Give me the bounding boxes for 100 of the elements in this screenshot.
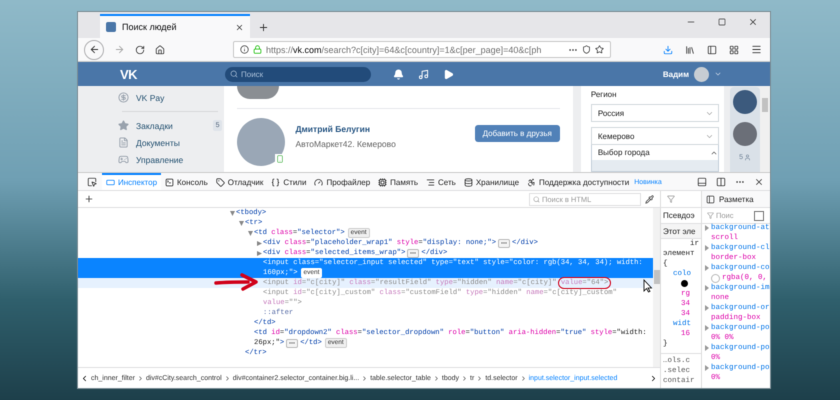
- collapsed-triangle-icon[interactable]: [704, 244, 711, 252]
- split-icon[interactable]: [716, 176, 726, 186]
- collapsed-triangle-icon[interactable]: [704, 364, 711, 372]
- collapsed-triangle-icon[interactable]: [256, 250, 262, 256]
- devtools-tab[interactable]: Консоль: [161, 173, 212, 190]
- search-icon: [533, 196, 540, 202]
- chevron-down-icon[interactable]: [714, 70, 722, 78]
- gauge-icon: [314, 178, 324, 187]
- collapsed-triangle-icon[interactable]: [256, 240, 262, 246]
- photo-placeholder: [237, 86, 280, 99]
- star-icon: [118, 120, 129, 131]
- new-tab-icon[interactable]: [258, 22, 269, 33]
- lock-icon: [253, 45, 262, 54]
- grid-icon[interactable]: [729, 44, 739, 54]
- close-icon[interactable]: [754, 176, 764, 186]
- collapsed-triangle-icon[interactable]: [704, 324, 711, 332]
- devtools-tab[interactable]: Отладчик: [212, 173, 268, 190]
- devtools-tab[interactable]: Инспектор: [102, 173, 162, 190]
- section-title: Этот эле: [663, 226, 696, 236]
- close-icon[interactable]: [235, 22, 244, 32]
- photo-placeholder[interactable]: [733, 122, 758, 146]
- chevron-right-icon: [136, 374, 144, 382]
- library-icon[interactable]: [685, 44, 695, 54]
- checkbox[interactable]: [754, 210, 764, 220]
- download-icon[interactable]: [663, 44, 673, 54]
- collapsed-triangle-icon[interactable]: [704, 304, 711, 312]
- back-icon[interactable]: [84, 40, 104, 60]
- chip-icon: [378, 178, 388, 187]
- devtools-tab[interactable]: Хранилище: [460, 173, 524, 190]
- person-subtitle: АвтоМаркет42. Кемерово: [295, 139, 397, 149]
- music-note-icon[interactable]: [418, 68, 429, 80]
- site-logo[interactable]: VK: [120, 66, 225, 82]
- sidebar-icon[interactable]: [707, 44, 717, 54]
- address-field[interactable]: https://vk.com/search?c[city]=64&c[country]=1&c[per_page]=40&c[ph: [233, 41, 611, 58]
- search-field[interactable]: Поиск: [225, 66, 371, 82]
- chevron-right-icon: [432, 374, 440, 382]
- user-name[interactable]: Вадим: [662, 70, 689, 78]
- play-icon[interactable]: [443, 68, 454, 80]
- favicon-icon: [106, 22, 116, 32]
- dropdown-option[interactable]: Выбор города: [598, 148, 650, 157]
- scroll-right-icon[interactable]: [649, 374, 658, 382]
- expanded-triangle-icon[interactable]: [238, 220, 244, 226]
- devtools-tab[interactable]: Стили: [267, 173, 310, 190]
- scroll-left-icon[interactable]: [80, 374, 89, 382]
- accessibility-icon: [527, 178, 536, 187]
- devtools-tab[interactable]: Сеть: [422, 173, 460, 190]
- shield-icon[interactable]: [582, 45, 591, 54]
- avatar-circle[interactable]: [694, 66, 709, 82]
- collapsed-triangle-icon[interactable]: [704, 344, 711, 352]
- home-icon[interactable]: [155, 44, 165, 54]
- terminal-icon: [165, 178, 174, 187]
- devtools-tab[interactable]: Профайлер: [310, 173, 374, 190]
- chevron-right-icon: [520, 374, 527, 382]
- ellipsis-icon[interactable]: [407, 248, 420, 258]
- gamepad-icon: [118, 154, 129, 165]
- filter-icon: [707, 212, 714, 219]
- menu-icon[interactable]: [751, 44, 762, 55]
- filter-title: Регион: [590, 90, 618, 99]
- database-icon: [464, 178, 473, 187]
- add-friend-button[interactable]: Добавить в друзья: [474, 125, 560, 142]
- ellipsis-icon[interactable]: [498, 238, 510, 248]
- braces-icon: [271, 178, 280, 187]
- sidebar-item[interactable]: Документы: [118, 134, 224, 151]
- section-title: Псевдоэ: [663, 211, 695, 220]
- chevron-right-icon: [361, 374, 368, 382]
- url-text: https://vk.com/search?c[city]=64&c[country]=1&c[per_page]=40&c[ph: [266, 44, 542, 54]
- collapsed-triangle-icon[interactable]: [704, 224, 711, 232]
- reload-icon[interactable]: [135, 44, 145, 54]
- collapsed-triangle-icon[interactable]: [704, 264, 711, 272]
- filter-icon[interactable]: [667, 195, 675, 203]
- add-node-icon[interactable]: [84, 194, 94, 204]
- info-icon: [240, 45, 249, 54]
- dock-icon[interactable]: [697, 176, 707, 186]
- devtools-tab[interactable]: Память: [374, 173, 422, 190]
- search-icon: [230, 70, 238, 78]
- frame-icon: [106, 178, 115, 187]
- city-select[interactable]: Кемерово: [590, 127, 720, 145]
- eyedropper-icon[interactable]: [645, 194, 654, 204]
- coin-icon: [118, 92, 129, 103]
- chevron-right-icon: [224, 374, 231, 382]
- photo-placeholder[interactable]: [733, 90, 758, 114]
- tag-icon: [216, 178, 225, 187]
- expanded-triangle-icon[interactable]: [248, 230, 252, 236]
- bell-icon[interactable]: [393, 68, 404, 80]
- panel-toggle-icon[interactable]: [706, 194, 715, 204]
- collapsed-triangle-icon[interactable]: [704, 284, 711, 292]
- star-icon[interactable]: [595, 45, 604, 54]
- expanded-triangle-icon[interactable]: [230, 210, 234, 216]
- maximize-icon[interactable]: [718, 17, 726, 27]
- lines-icon: [426, 178, 436, 187]
- sidebar-item[interactable]: Управление: [118, 151, 224, 168]
- arrow-annotation: [214, 273, 258, 291]
- person-name[interactable]: Дмитрий Белугин: [295, 124, 465, 134]
- tab-title: Поиск людей: [122, 22, 178, 32]
- color-swatch-icon: [681, 280, 688, 287]
- browser-tab[interactable]: Поиск людей: [100, 14, 250, 38]
- sidebar-item[interactable]: VK Pay: [118, 89, 224, 106]
- country-select[interactable]: Россия: [590, 104, 720, 122]
- ellipsis-icon[interactable]: [286, 338, 298, 348]
- close-icon[interactable]: [748, 17, 758, 27]
